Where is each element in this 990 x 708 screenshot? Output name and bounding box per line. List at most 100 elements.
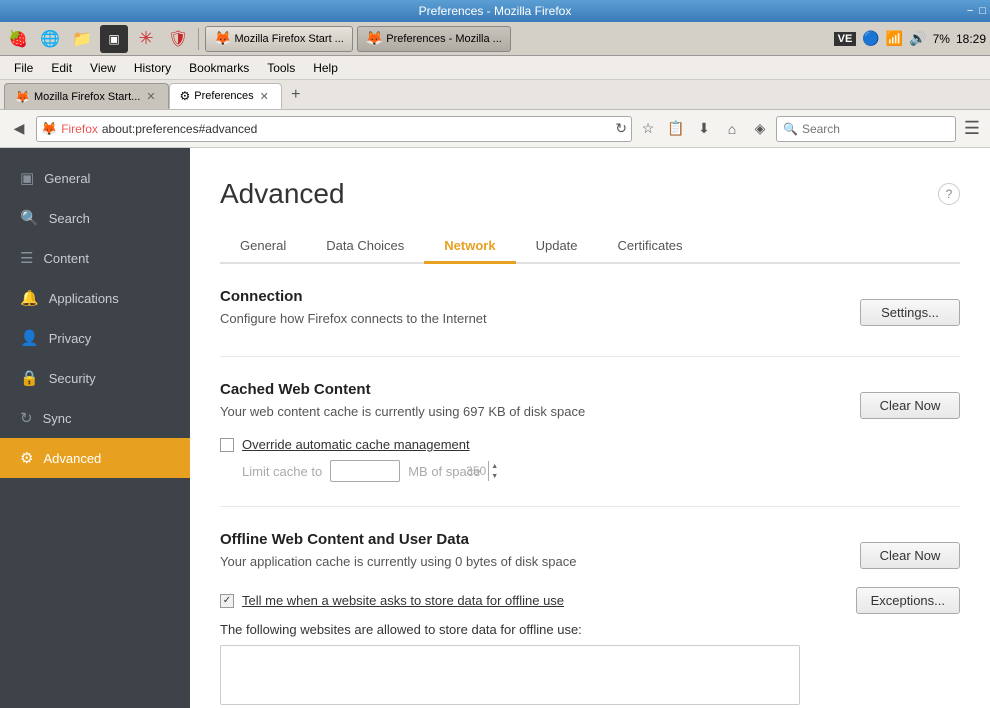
connection-info: Connection Configure how Firefox connect… [220, 288, 487, 336]
url-input[interactable] [102, 122, 611, 136]
raspberry-icon[interactable]: 🍓 [4, 25, 32, 53]
wifi-icon: 📶 [886, 30, 903, 47]
offline-title: Offline Web Content and User Data [220, 531, 577, 548]
bookmark-star-button[interactable]: ☆ [636, 117, 660, 141]
override-cache-checkbox[interactable] [220, 438, 234, 452]
tab2-close-button[interactable]: ✕ [258, 90, 271, 103]
menu-button[interactable]: ☰ [960, 117, 984, 141]
system-tray: VE 🔵 📶 🔊 7% 18:29 [834, 30, 986, 47]
advanced-icon: ⚙ [20, 449, 33, 467]
search-bar[interactable]: 🔍 [776, 116, 956, 142]
menu-view[interactable]: View [82, 59, 124, 77]
globe-icon[interactable]: 🌐 [36, 25, 64, 53]
menu-bookmarks[interactable]: Bookmarks [181, 59, 257, 77]
search-nav-icon: 🔍 [20, 209, 39, 227]
offline-row: Offline Web Content and User Data Your a… [220, 531, 960, 579]
cached-desc: Your web content cache is currently usin… [220, 404, 585, 419]
browser-tab-1[interactable]: 🦊 Mozilla Firefox Start... ✕ [4, 83, 169, 109]
cache-limit-unit: MB of space [408, 464, 480, 479]
separator [198, 28, 199, 50]
new-tab-button[interactable]: + [284, 84, 308, 106]
spinbox-down[interactable]: ▼ [489, 471, 500, 481]
override-cache-label[interactable]: Override automatic cache management [242, 437, 470, 452]
sidebar-item-privacy[interactable]: 👤 Privacy [0, 318, 190, 358]
tab-update[interactable]: Update [516, 230, 598, 264]
offline-notify-label[interactable]: Tell me when a website asks to store dat… [242, 593, 564, 608]
offline-info: Offline Web Content and User Data Your a… [220, 531, 577, 579]
menu-tools[interactable]: Tools [259, 59, 303, 77]
override-cache-row: Override automatic cache management [220, 437, 960, 452]
connection-desc: Configure how Firefox connects to the In… [220, 311, 487, 326]
maximize-button[interactable]: □ [979, 5, 986, 17]
menu-history[interactable]: History [126, 59, 179, 77]
limit-cache-label: Limit cache to [242, 464, 322, 479]
cache-limit-row: Limit cache to ▲ ▼ MB of space [242, 460, 960, 482]
tab-data-choices[interactable]: Data Choices [306, 230, 424, 264]
tab2-label: Preferences [194, 90, 253, 102]
cached-row: Cached Web Content Your web content cach… [220, 381, 960, 429]
menu-help[interactable]: Help [305, 59, 346, 77]
applications-icon: 🔔 [20, 289, 39, 307]
firefox-tab-2[interactable]: 🦊 Preferences - Mozilla ... [357, 26, 511, 52]
sidebar-item-security[interactable]: 🔒 Security [0, 358, 190, 398]
tab1-label: Mozilla Firefox Start... [34, 91, 140, 103]
general-icon: ▣ [20, 169, 34, 187]
firefox-flame-icon: 🦊 [214, 30, 231, 47]
sidebar-item-sync[interactable]: ↻ Sync [0, 398, 190, 438]
content-icon: ☰ [20, 249, 33, 267]
tab-network[interactable]: Network [424, 230, 515, 264]
offline-notify-checkbox[interactable]: ✓ [220, 594, 234, 608]
asterisk-icon[interactable]: ✳ [132, 25, 160, 53]
help-button[interactable]: ? [938, 183, 960, 205]
menu-edit[interactable]: Edit [43, 59, 80, 77]
pocket-button[interactable]: ◈ [748, 117, 772, 141]
tab1-close-button[interactable]: ✕ [144, 90, 157, 103]
menu-file[interactable]: File [6, 59, 41, 77]
sidebar-label-advanced: Advanced [43, 451, 101, 466]
home-button[interactable]: ⌂ [720, 117, 744, 141]
connection-title: Connection [220, 288, 487, 305]
offline-allowed-list [220, 645, 800, 705]
offline-desc: Your application cache is currently usin… [220, 554, 577, 569]
pref-tabs: General Data Choices Network Update Cert… [220, 230, 960, 264]
sidebar-item-content[interactable]: ☰ Content [0, 238, 190, 278]
cache-limit-spinbox[interactable]: ▲ ▼ [330, 460, 400, 482]
sidebar-item-applications[interactable]: 🔔 Applications [0, 278, 190, 318]
offline-list-label: The following websites are allowed to st… [220, 622, 960, 637]
terminal-icon[interactable]: ▣ [100, 25, 128, 53]
sidebar-item-general[interactable]: ▣ General [0, 158, 190, 198]
firefox-url-icon: 🦊 [41, 121, 57, 137]
window-title: Preferences - Mozilla Firefox [419, 4, 572, 18]
browser-tab-2[interactable]: ⚙ Preferences ✕ [169, 83, 282, 109]
tab-general[interactable]: General [220, 230, 306, 264]
sidebar-item-advanced[interactable]: ⚙ Advanced [0, 438, 190, 478]
sidebar-label-applications: Applications [49, 291, 119, 306]
exceptions-button[interactable]: Exceptions... [856, 587, 960, 614]
tab2-favicon: ⚙ [180, 89, 191, 103]
title-bar: Preferences - Mozilla Firefox − □ [0, 0, 990, 22]
offline-notify-row: ✓ Tell me when a website asks to store d… [220, 587, 960, 614]
sidebar-item-search[interactable]: 🔍 Search [0, 198, 190, 238]
url-bar[interactable]: 🦊 Firefox ↻ [36, 116, 632, 142]
antivirus-icon[interactable]: 🛡 [164, 25, 192, 53]
minimize-button[interactable]: − [967, 5, 973, 17]
url-origin: Firefox [61, 122, 98, 136]
cached-section: Cached Web Content Your web content cach… [220, 381, 960, 507]
spinbox-up[interactable]: ▲ [489, 461, 500, 471]
connection-settings-button[interactable]: Settings... [860, 299, 960, 326]
offline-section: Offline Web Content and User Data Your a… [220, 531, 960, 708]
download-button[interactable]: ⬇ [692, 117, 716, 141]
refresh-button[interactable]: ↻ [615, 120, 627, 137]
back-button[interactable]: ◀ [6, 116, 32, 142]
cached-clear-button[interactable]: Clear Now [860, 392, 960, 419]
spinbox-arrows: ▲ ▼ [488, 461, 500, 481]
folder-icon[interactable]: 📁 [68, 25, 96, 53]
main-layout: ▣ General 🔍 Search ☰ Content 🔔 Applicati… [0, 148, 990, 708]
firefox-tab-1[interactable]: 🦊 Mozilla Firefox Start ... [205, 26, 353, 52]
search-input[interactable] [802, 122, 942, 136]
browser-tab-bar: 🦊 Mozilla Firefox Start... ✕ ⚙ Preferenc… [0, 80, 990, 110]
reading-list-button[interactable]: 📋 [664, 117, 688, 141]
offline-clear-button[interactable]: Clear Now [860, 542, 960, 569]
tab-certificates[interactable]: Certificates [598, 230, 703, 264]
connection-row: Connection Configure how Firefox connect… [220, 288, 960, 336]
